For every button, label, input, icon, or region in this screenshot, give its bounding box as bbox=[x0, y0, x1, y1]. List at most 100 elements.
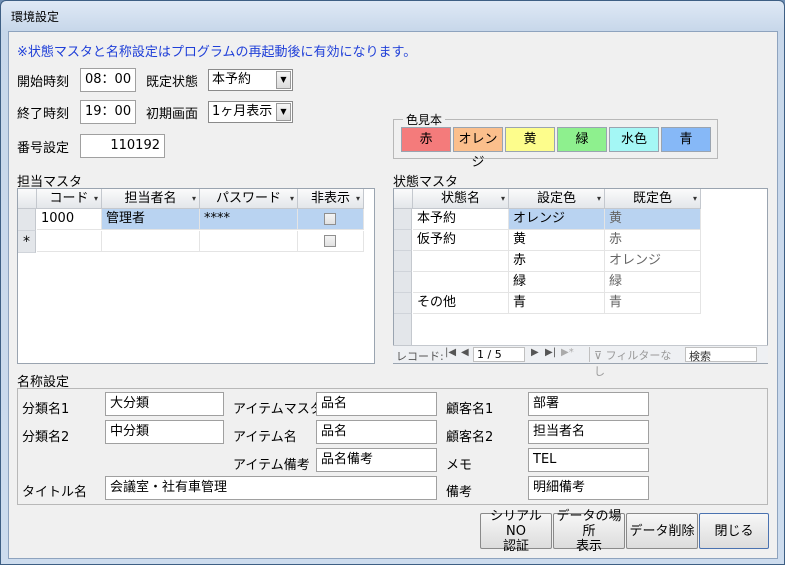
item-note-field[interactable]: 品名備考 bbox=[316, 448, 437, 472]
end-time-field[interactable]: 19：00 bbox=[80, 100, 136, 124]
category2-label: 分類名2 bbox=[22, 430, 70, 445]
cell-code-new[interactable] bbox=[37, 231, 102, 252]
cell-staff-name-new[interactable] bbox=[102, 231, 200, 252]
serial-auth-line2: 認証 bbox=[502, 538, 529, 554]
cell-default-color: オレンジ bbox=[605, 251, 701, 272]
filter-indicator[interactable]: ⊽ フィルターなし bbox=[589, 347, 681, 378]
new-row-marker[interactable]: * bbox=[18, 231, 36, 253]
prev-record-icon[interactable]: ◀ bbox=[461, 347, 469, 358]
header-status-name[interactable]: 状態名 ▾ bbox=[413, 189, 509, 209]
next-record-icon[interactable]: ▶ bbox=[531, 347, 539, 358]
cell-default-color: 黄 bbox=[605, 209, 701, 230]
initial-view-label: 初期画面 bbox=[146, 107, 199, 122]
row-selector[interactable] bbox=[394, 293, 412, 314]
cell-status-name[interactable] bbox=[413, 272, 509, 293]
header-code[interactable]: コード ▾ bbox=[37, 189, 102, 209]
cell-set-color[interactable]: 黄 bbox=[509, 230, 605, 251]
staff-master-grid: コード ▾ 担当者名 ▾ パスワード ▾ 非表示 ▾ 1000 管理者 **** * bbox=[17, 188, 375, 364]
hidden-checkbox[interactable] bbox=[324, 213, 336, 225]
start-time-label: 開始時刻 bbox=[17, 75, 70, 90]
hidden-checkbox-new[interactable] bbox=[324, 235, 336, 247]
show-data-location-button[interactable]: データの場所 表示 bbox=[553, 509, 625, 554]
category2-field[interactable]: 中分類 bbox=[105, 420, 224, 444]
cell-set-color[interactable]: 青 bbox=[509, 293, 605, 314]
chevron-down-icon[interactable]: ▼ bbox=[276, 103, 291, 121]
cell-hidden-new bbox=[298, 231, 364, 252]
cell-set-color[interactable]: 緑 bbox=[509, 272, 605, 293]
swatch-light-blue: 水色 bbox=[609, 127, 659, 152]
serial-auth-button[interactable]: シリアルNO 認証 bbox=[480, 509, 552, 554]
cell-password[interactable]: **** bbox=[200, 209, 298, 230]
serial-auth-line1: シリアルNO bbox=[490, 508, 542, 539]
delete-data-button[interactable]: データ削除 bbox=[626, 513, 698, 549]
start-time-field[interactable]: 08：00 bbox=[80, 68, 136, 92]
close-button[interactable]: 閉じる bbox=[699, 513, 769, 549]
item-note-label: アイテム備考 bbox=[233, 458, 310, 473]
cell-code[interactable]: 1000 bbox=[37, 209, 102, 230]
header-set-color[interactable]: 設定色 ▾ bbox=[509, 189, 605, 209]
memo-field[interactable]: TEL bbox=[528, 448, 649, 472]
cell-status-name[interactable]: その他 bbox=[413, 293, 509, 314]
row-selector[interactable] bbox=[394, 272, 412, 293]
customer1-label: 顧客名1 bbox=[446, 402, 494, 417]
record-navigation-bar: レコード: |◀ ◀ 1 / 5 ▶ ▶| ▶* ⊽ フィルターなし 検索 bbox=[393, 345, 768, 378]
cell-staff-name[interactable]: 管理者 bbox=[102, 209, 200, 230]
settings-window: 環境設定 ※状態マスタと名称設定はプログラムの再起動後に有効になります。 開始時… bbox=[0, 0, 785, 565]
cell-set-color[interactable]: 赤 bbox=[509, 251, 605, 272]
number-setting-label: 番号設定 bbox=[17, 141, 70, 156]
color-sample-title: 色見本 bbox=[403, 111, 446, 128]
note-field[interactable]: 明細備考 bbox=[528, 476, 649, 500]
data-location-line1: データの場所 bbox=[556, 508, 622, 539]
row-selector[interactable] bbox=[394, 230, 412, 251]
default-status-combo[interactable]: 本予約 ▼ bbox=[208, 69, 293, 91]
last-record-icon[interactable]: ▶| bbox=[545, 347, 556, 358]
cell-set-color[interactable]: オレンジ bbox=[509, 209, 605, 230]
cell-status-name[interactable]: 仮予約 bbox=[413, 230, 509, 251]
swatch-green: 緑 bbox=[557, 127, 607, 152]
customer2-label: 顧客名2 bbox=[446, 430, 494, 445]
row-selector[interactable] bbox=[394, 314, 412, 346]
end-time-label: 終了時刻 bbox=[17, 107, 70, 122]
chevron-down-icon[interactable]: ▼ bbox=[276, 71, 291, 89]
swatch-orange: オレンジ bbox=[453, 127, 503, 170]
filter-icon: ⊽ bbox=[594, 349, 603, 362]
search-field[interactable]: 検索 bbox=[685, 347, 757, 363]
cell-password-new[interactable] bbox=[200, 231, 298, 252]
row-selector[interactable] bbox=[394, 251, 412, 272]
number-setting-field[interactable]: 110192 bbox=[80, 134, 165, 158]
swatch-yellow: 黄 bbox=[505, 127, 555, 152]
initial-view-combo[interactable]: 1ヶ月表示 ▼ bbox=[208, 101, 293, 123]
grid-corner[interactable] bbox=[18, 189, 37, 209]
memo-label: メモ bbox=[446, 458, 473, 473]
header-default-color[interactable]: 既定色 ▾ bbox=[605, 189, 701, 209]
header-staff-name[interactable]: 担当者名 ▾ bbox=[102, 189, 200, 209]
header-hidden[interactable]: 非表示 ▾ bbox=[298, 189, 364, 209]
cell-hidden bbox=[298, 209, 364, 230]
new-record-icon[interactable]: ▶* bbox=[561, 347, 574, 358]
item-name-field[interactable]: 品名 bbox=[316, 420, 437, 444]
restart-notice: ※状態マスタと名称設定はプログラムの再起動後に有効になります。 bbox=[17, 45, 417, 60]
category1-label: 分類名1 bbox=[22, 402, 70, 417]
customer1-field[interactable]: 部署 bbox=[528, 392, 649, 416]
category1-field[interactable]: 大分類 bbox=[105, 392, 224, 416]
cell-default-color: 赤 bbox=[605, 230, 701, 251]
title-name-field[interactable]: 会議室・社有車管理 bbox=[105, 476, 437, 500]
cell-status-name[interactable]: 本予約 bbox=[413, 209, 509, 230]
title-name-label: タイトル名 bbox=[22, 485, 88, 500]
swatch-blue: 青 bbox=[661, 127, 711, 152]
grid-corner[interactable] bbox=[394, 189, 413, 209]
item-master-field[interactable]: 品名 bbox=[316, 392, 437, 416]
record-position[interactable]: 1 / 5 bbox=[473, 347, 525, 362]
cell-default-color: 青 bbox=[605, 293, 701, 314]
note-label: 備考 bbox=[446, 485, 473, 500]
default-status-label: 既定状態 bbox=[146, 75, 199, 90]
customer2-field[interactable]: 担当者名 bbox=[528, 420, 649, 444]
cell-status-name[interactable] bbox=[413, 251, 509, 272]
header-password[interactable]: パスワード ▾ bbox=[200, 189, 298, 209]
cell-default-color: 緑 bbox=[605, 272, 701, 293]
first-record-icon[interactable]: |◀ bbox=[445, 347, 456, 358]
swatch-red: 赤 bbox=[401, 127, 451, 152]
row-selector[interactable] bbox=[394, 209, 412, 230]
row-selector[interactable] bbox=[18, 209, 36, 231]
item-name-label: アイテム名 bbox=[233, 430, 297, 445]
